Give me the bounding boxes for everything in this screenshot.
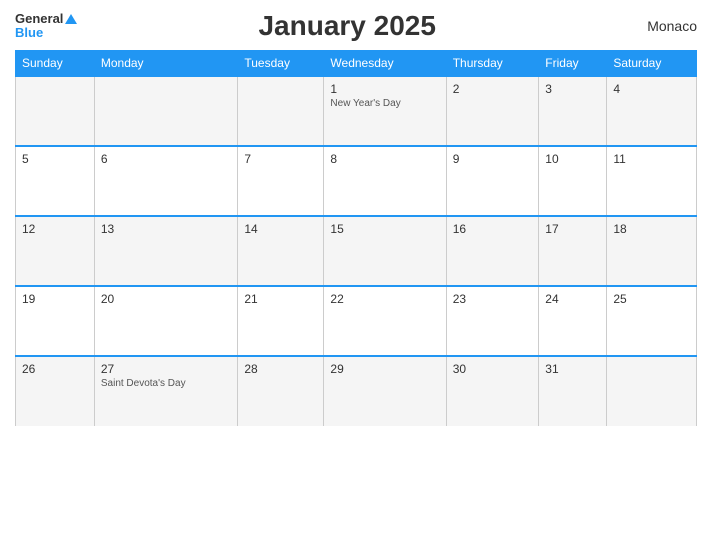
- day-number: 4: [613, 82, 690, 96]
- calendar-cell: 25: [607, 286, 697, 356]
- country-label: Monaco: [617, 18, 697, 34]
- calendar-cell: 13: [94, 216, 238, 286]
- logo-general-text: General: [15, 12, 63, 26]
- calendar-body: 1New Year's Day2345678910111213141516171…: [16, 76, 697, 426]
- day-number: 23: [453, 292, 533, 306]
- calendar-cell: 4: [607, 76, 697, 146]
- weekday-saturday: Saturday: [607, 51, 697, 77]
- calendar-cell: 17: [539, 216, 607, 286]
- day-number: 11: [613, 152, 690, 166]
- weekday-friday: Friday: [539, 51, 607, 77]
- calendar-cell: 15: [324, 216, 446, 286]
- day-number: 16: [453, 222, 533, 236]
- day-number: 29: [330, 362, 439, 376]
- day-number: 1: [330, 82, 439, 96]
- calendar-cell: 31: [539, 356, 607, 426]
- calendar-cell: 2: [446, 76, 539, 146]
- calendar-title: January 2025: [77, 10, 617, 42]
- calendar-cell: 12: [16, 216, 95, 286]
- day-number: 26: [22, 362, 88, 376]
- calendar-cell: 29: [324, 356, 446, 426]
- holiday-label: New Year's Day: [330, 98, 439, 109]
- day-number: 17: [545, 222, 600, 236]
- logo-triangle-icon: [65, 14, 77, 24]
- calendar-cell: 26: [16, 356, 95, 426]
- calendar-cell: 8: [324, 146, 446, 216]
- calendar-cell: 10: [539, 146, 607, 216]
- calendar-cell: 27 Saint Devota's Day: [94, 356, 238, 426]
- calendar-cell: 9: [446, 146, 539, 216]
- day-number: 30: [453, 362, 533, 376]
- weekday-thursday: Thursday: [446, 51, 539, 77]
- calendar-cell: 14: [238, 216, 324, 286]
- day-number: 10: [545, 152, 600, 166]
- day-number: 19: [22, 292, 88, 306]
- day-number: 28: [244, 362, 317, 376]
- day-number: 12: [22, 222, 88, 236]
- weekday-tuesday: Tuesday: [238, 51, 324, 77]
- calendar-cell: 16: [446, 216, 539, 286]
- calendar-table: SundayMondayTuesdayWednesdayThursdayFrid…: [15, 50, 697, 426]
- calendar-cell: 19: [16, 286, 95, 356]
- weekday-header: SundayMondayTuesdayWednesdayThursdayFrid…: [16, 51, 697, 77]
- day-number: 3: [545, 82, 600, 96]
- day-number: 7: [244, 152, 317, 166]
- calendar-cell: 24: [539, 286, 607, 356]
- weekday-sunday: Sunday: [16, 51, 95, 77]
- calendar-cell: 20: [94, 286, 238, 356]
- week-row-3: 19 20 21 22 23 24 25: [16, 286, 697, 356]
- calendar-container: General Blue January 2025 Monaco SundayM…: [0, 0, 712, 550]
- calendar-header-row: SundayMondayTuesdayWednesdayThursdayFrid…: [16, 51, 697, 77]
- week-row-0: 1 New Year's Day 234: [16, 76, 697, 146]
- day-number: 9: [453, 152, 533, 166]
- calendar-cell: [238, 76, 324, 146]
- calendar-cell: 30: [446, 356, 539, 426]
- calendar-cell: [16, 76, 95, 146]
- calendar-cell: 3: [539, 76, 607, 146]
- day-number: 20: [101, 292, 232, 306]
- calendar-cell: 22: [324, 286, 446, 356]
- logo: General Blue: [15, 12, 77, 41]
- day-number: 8: [330, 152, 439, 166]
- calendar-header: General Blue January 2025 Monaco: [15, 10, 697, 42]
- calendar-cell: 1 New Year's Day: [324, 76, 446, 146]
- logo-blue-text: Blue: [15, 26, 43, 40]
- calendar-cell: [94, 76, 238, 146]
- week-row-2: 12 13 14 15 16 17 18: [16, 216, 697, 286]
- calendar-cell: 5: [16, 146, 95, 216]
- calendar-cell: 28: [238, 356, 324, 426]
- day-number: 22: [330, 292, 439, 306]
- week-row-4: 26 27 Saint Devota's Day 28 29 30 31: [16, 356, 697, 426]
- day-number: 5: [22, 152, 88, 166]
- day-number: 6: [101, 152, 232, 166]
- calendar-cell: 7: [238, 146, 324, 216]
- calendar-cell: [607, 356, 697, 426]
- week-row-1: 56789 10 11: [16, 146, 697, 216]
- holiday-label: Saint Devota's Day: [101, 378, 232, 389]
- calendar-cell: 18: [607, 216, 697, 286]
- day-number: 31: [545, 362, 600, 376]
- calendar-cell: 11: [607, 146, 697, 216]
- day-number: 2: [453, 82, 533, 96]
- day-number: 13: [101, 222, 232, 236]
- weekday-monday: Monday: [94, 51, 238, 77]
- day-number: 25: [613, 292, 690, 306]
- day-number: 14: [244, 222, 317, 236]
- day-number: 24: [545, 292, 600, 306]
- calendar-cell: 6: [94, 146, 238, 216]
- weekday-wednesday: Wednesday: [324, 51, 446, 77]
- calendar-cell: 21: [238, 286, 324, 356]
- day-number: 27: [101, 362, 232, 376]
- day-number: 15: [330, 222, 439, 236]
- calendar-cell: 23: [446, 286, 539, 356]
- day-number: 21: [244, 292, 317, 306]
- day-number: 18: [613, 222, 690, 236]
